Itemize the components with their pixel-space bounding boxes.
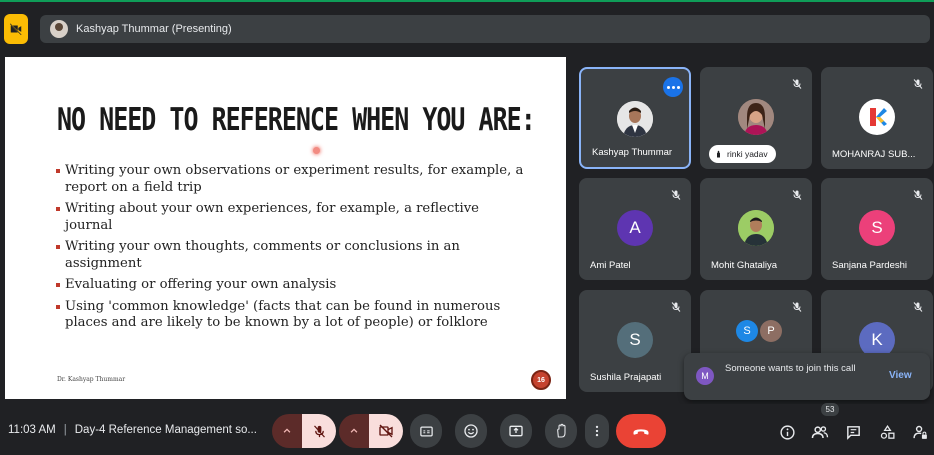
- requester-avatar: M: [696, 367, 714, 385]
- reactions-button[interactable]: [455, 414, 487, 448]
- chevron-up-icon: [350, 428, 358, 433]
- chat-icon: [846, 425, 860, 440]
- laser-pointer: [313, 147, 320, 154]
- participant-name: Sanjana Pardeshi: [832, 260, 907, 271]
- meeting-title[interactable]: Day-4 Reference Management so...: [75, 424, 257, 436]
- mic-off-icon: [313, 424, 325, 438]
- lock-person-icon: [912, 425, 927, 439]
- more-vert-icon: [595, 425, 599, 437]
- camera-off-icon: [9, 23, 22, 36]
- people-icon: [811, 426, 829, 439]
- more-options-button[interactable]: [663, 77, 683, 97]
- join-request-message: Someone wants to join this call: [725, 363, 856, 374]
- raise-hand-button[interactable]: [545, 414, 577, 448]
- mic-off-icon: [911, 300, 925, 314]
- participant-tile-kashyap[interactable]: Kashyap Thummar: [579, 67, 691, 169]
- participant-avatar: S: [736, 320, 758, 342]
- slide-bullet: Writing your own observations or experim…: [55, 163, 525, 196]
- hand-raise-icon: [717, 150, 720, 157]
- mic-off-icon: [911, 77, 925, 91]
- presenting-banner[interactable]: Kashyap Thummar (Presenting): [40, 15, 930, 43]
- present-screen-button[interactable]: [500, 414, 532, 448]
- mic-off-icon: [790, 77, 804, 91]
- more-options-button[interactable]: [585, 414, 609, 448]
- presenting-label: Kashyap Thummar (Presenting): [76, 23, 232, 35]
- mic-off-icon: [669, 300, 683, 314]
- slide-page-number: 16: [531, 370, 551, 390]
- host-controls-button[interactable]: [909, 421, 931, 443]
- participant-photo: [738, 210, 774, 246]
- slide-author: Dr. Kashyap Thummar: [57, 376, 126, 383]
- slide-bullet: Writing your own thoughts, comments or c…: [55, 239, 525, 272]
- emoji-icon: [464, 424, 478, 438]
- slide-bullet: Evaluating or offering your own analysis: [55, 277, 525, 294]
- participant-name: Mohit Ghataliya: [711, 260, 778, 271]
- meeting-details-button[interactable]: [776, 421, 798, 443]
- slide-title: NO NEED TO REFERENCE WHEN YOU ARE:: [57, 101, 536, 138]
- participant-name: Kashyap Thummar: [592, 147, 673, 158]
- mic-off-icon: [790, 188, 804, 202]
- presentation-slide: NO NEED TO REFERENCE WHEN YOU ARE: Writi…: [5, 57, 566, 399]
- participant-name-pill: rinki yadav: [709, 145, 776, 163]
- camera-toggle-button[interactable]: [369, 414, 403, 448]
- video-options-button[interactable]: [339, 414, 369, 448]
- presenter-avatar: [50, 20, 68, 38]
- activities-button[interactable]: [876, 421, 898, 443]
- view-join-request-button[interactable]: View: [889, 370, 912, 381]
- slide-bullet-list: Writing your own observations or experim…: [55, 163, 525, 337]
- captions-button[interactable]: [410, 414, 442, 448]
- people-button[interactable]: [809, 421, 831, 443]
- camera-warning-button[interactable]: [4, 14, 28, 44]
- chevron-up-icon: [283, 428, 291, 433]
- meeting-time: 11:03 AM: [8, 424, 56, 436]
- hand-icon: [557, 423, 566, 438]
- captions-icon: [419, 426, 433, 436]
- join-request-toast: M Someone wants to join this call View: [684, 353, 930, 400]
- slide-bullet: Using 'common knowledge' (facts that can…: [55, 299, 525, 332]
- present-icon: [509, 425, 523, 437]
- meeting-info-separator: |: [63, 424, 67, 436]
- phone-hangup-icon: [633, 429, 649, 435]
- chat-button[interactable]: [842, 421, 864, 443]
- participant-avatar: S: [859, 210, 895, 246]
- participant-tile-mohanraj[interactable]: MOHANRAJ SUB...: [821, 67, 933, 169]
- participant-name: MOHANRAJ SUB...: [832, 149, 916, 160]
- bottom-bar: 11:03 AM | Day-4 Reference Management so…: [0, 404, 934, 455]
- participant-avatar: P: [760, 320, 782, 342]
- participant-logo: [859, 99, 895, 135]
- mic-off-icon: [790, 300, 804, 314]
- participant-tile-sushila[interactable]: S Sushila Prajapati: [579, 290, 691, 392]
- shapes-icon: [880, 424, 895, 439]
- participant-tile-rinki[interactable]: rinki yadav: [700, 67, 812, 169]
- participant-avatar: A: [617, 210, 653, 246]
- participant-avatar-group: S P: [736, 320, 784, 342]
- info-icon: [779, 424, 795, 440]
- audio-options-button[interactable]: [272, 414, 302, 448]
- mic-off-icon: [911, 188, 925, 202]
- participant-tile-ami[interactable]: A Ami Patel: [579, 178, 691, 280]
- participant-photo: [738, 99, 774, 135]
- top-bar: Kashyap Thummar (Presenting): [0, 0, 934, 52]
- camera-off-icon: [379, 424, 393, 438]
- recording-indicator-line: [0, 0, 934, 2]
- slide-bullet: Writing about your own experiences, for …: [55, 201, 525, 234]
- participant-name: Ami Patel: [590, 260, 631, 271]
- people-count-badge: 53: [821, 403, 839, 416]
- mic-toggle-button[interactable]: [302, 414, 336, 448]
- participant-name: rinki yadav: [727, 149, 768, 159]
- participant-tile-sanjana[interactable]: S Sanjana Pardeshi: [821, 178, 933, 280]
- meeting-info: 11:03 AM | Day-4 Reference Management so…: [8, 424, 257, 436]
- participant-photo: [617, 101, 653, 137]
- participant-tile-mohit[interactable]: Mohit Ghataliya: [700, 178, 812, 280]
- mic-off-icon: [669, 188, 683, 202]
- end-call-button[interactable]: [616, 414, 666, 448]
- participant-avatar: S: [617, 322, 653, 358]
- participant-name: Sushila Prajapati: [590, 372, 662, 383]
